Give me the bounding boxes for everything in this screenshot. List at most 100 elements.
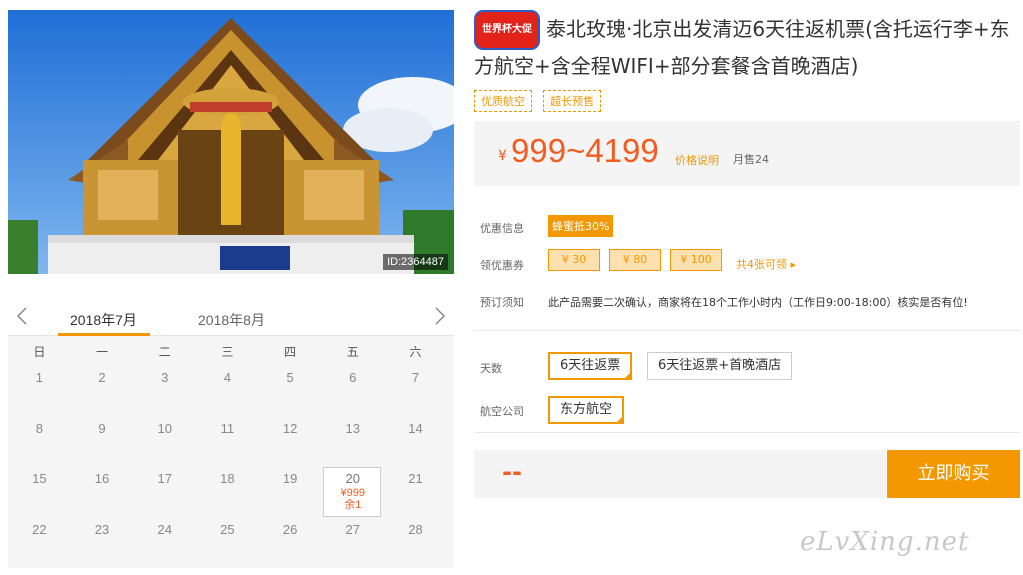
calendar-day: 24	[133, 518, 196, 569]
calendar-day: 8	[8, 417, 71, 468]
airline-label: 航空公司	[480, 405, 524, 418]
price-box: ¥ 999~4199 价格说明 月售24	[474, 121, 1020, 186]
promo-badge: 世界杯大促	[474, 10, 540, 50]
coupon-80[interactable]: ¥ 80	[609, 249, 661, 271]
weekday-label: 二	[158, 344, 171, 359]
active-month-indicator	[58, 333, 150, 336]
promo-label: 优惠信息	[480, 222, 524, 235]
day-number: 6	[349, 370, 357, 385]
day-number: 23	[94, 521, 110, 537]
coupon-30[interactable]: ¥ 30	[548, 249, 600, 271]
calendar-day: 9	[71, 417, 134, 468]
day-number: 27	[345, 521, 361, 537]
day-number: 26	[282, 521, 298, 537]
option-6day-roundtrip-hotel[interactable]: 6天往返票+首晚酒店	[647, 352, 793, 380]
tag-quality-airline: 优质航空	[474, 90, 532, 112]
calendar-day: 16	[71, 467, 134, 518]
day-number: 9	[98, 420, 106, 436]
monthly-sales: 月售24	[733, 153, 769, 166]
prev-month-icon[interactable]	[12, 304, 32, 328]
site-watermark: eLvXing.net	[800, 527, 970, 557]
day-number: 3	[161, 370, 169, 385]
calendar-day: 25	[196, 518, 259, 569]
day-price: ¥999	[340, 487, 366, 499]
coupon-100[interactable]: ¥ 100	[670, 249, 722, 271]
day-remaining: 余1	[344, 499, 362, 511]
day-number: 28	[408, 521, 423, 537]
day-number: 8	[35, 420, 43, 436]
calendar-day: 27	[321, 518, 384, 569]
day-number: 24	[157, 521, 172, 537]
weekday-label: 三	[221, 344, 234, 359]
day-number: 12	[282, 420, 298, 436]
day-number: 18	[220, 471, 235, 486]
honey-discount-badge: 蜂蜜抵30%	[548, 215, 614, 237]
day-grid: 1 2 3 4 5 6 7 8 9 10 11 12 13 14 15 16 17 18 19 20 ¥999 余1 21 2…	[8, 366, 454, 568]
calendar-day: 7	[384, 366, 447, 417]
tab-month-august[interactable]: 2018年8月	[198, 310, 265, 330]
calendar-day: 13	[321, 417, 384, 468]
option-china-eastern[interactable]: 东方航空	[548, 396, 625, 424]
calendar-day: 10	[133, 417, 196, 468]
calendar-day: 12	[259, 417, 322, 468]
date-calendar: 2018年7月 2018年8月 日 一 二 三 四 五 六 1234567891…	[8, 298, 454, 575]
calendar-day: 23	[71, 518, 134, 569]
price-range: 999~4199	[511, 132, 659, 169]
section-divider	[474, 330, 1020, 331]
image-id-label: ID:2364487	[383, 254, 448, 270]
day-number: 11	[220, 420, 235, 436]
calendar-day: 11	[196, 417, 259, 468]
calendar-day: 19	[259, 467, 322, 518]
coupon-label: 领优惠券	[480, 259, 524, 272]
weekday-label: 四	[284, 344, 297, 359]
calendar-day: 2	[71, 366, 134, 417]
day-number: 10	[157, 420, 172, 436]
calendar-day: 28	[384, 518, 447, 569]
product-title: 世界杯大促 泰北玫瑰·北京出发清迈6天往返机票(含托运行李+东方航空+含全程WIF…	[474, 10, 1014, 82]
day-number: 20	[345, 471, 361, 486]
calendar-day: 26	[259, 518, 322, 569]
calendar-day: 22	[8, 518, 71, 569]
option-6day-roundtrip[interactable]: 6天往返票	[548, 352, 633, 380]
price-explain-link[interactable]: 价格说明	[675, 152, 719, 168]
day-number: 5	[286, 370, 294, 385]
calendar-day: 17	[133, 467, 196, 518]
calendar-day: 1	[8, 366, 71, 417]
calendar-day: 4	[196, 366, 259, 417]
more-coupons-link[interactable]: 共4张可领 ▸	[736, 256, 796, 272]
product-title-text: 泰北玫瑰·北京出发清迈6天往返机票(含托运行李+东方航空+含全程WIFI+部分套…	[474, 17, 1010, 78]
calendar-day: 14	[384, 417, 447, 468]
day-number: 1	[35, 370, 43, 385]
day-number: 13	[345, 420, 361, 436]
day-number: 14	[408, 420, 423, 436]
weekday-label: 一	[96, 344, 109, 359]
day-number: 2	[98, 370, 106, 385]
notice-label: 预订须知	[480, 296, 524, 309]
day-number: 4	[223, 370, 232, 385]
calendar-day: 15	[8, 467, 71, 518]
purchase-bar: --	[474, 450, 886, 498]
day-number: 17	[157, 471, 172, 486]
selected-price: --	[502, 458, 522, 486]
weekday-header: 日 一 二 三 四 五 六	[8, 336, 454, 366]
calendar-day: 21	[384, 467, 447, 518]
day-number: 22	[32, 521, 47, 537]
day-number: 16	[94, 471, 110, 486]
tab-month-july[interactable]: 2018年7月	[70, 310, 137, 330]
day-number: 21	[408, 471, 423, 486]
buy-now-button[interactable]: 立即购买	[887, 450, 1020, 498]
product-header: 世界杯大促 泰北玫瑰·北京出发清迈6天往返机票(含托运行李+东方航空+含全程WIF…	[474, 10, 1014, 112]
next-month-icon[interactable]	[430, 304, 450, 328]
day-number: 25	[220, 521, 235, 537]
tag-long-presale: 超长预售	[543, 90, 602, 112]
day-number: 19	[282, 471, 298, 486]
calendar-day: 5	[259, 366, 322, 417]
day-number: 15	[32, 471, 47, 486]
calendar-day-available[interactable]: 20 ¥999 余1	[321, 467, 384, 518]
days-label: 天数	[480, 362, 502, 375]
currency-symbol: ¥	[498, 148, 507, 164]
notice-text: 此产品需要二次确认，商家将在18个工作小时内（工作日9:00-18:00）核实是…	[548, 296, 968, 309]
temple-image	[8, 10, 454, 274]
calendar-day: 6	[321, 366, 384, 417]
calendar-day: 18	[196, 467, 259, 518]
